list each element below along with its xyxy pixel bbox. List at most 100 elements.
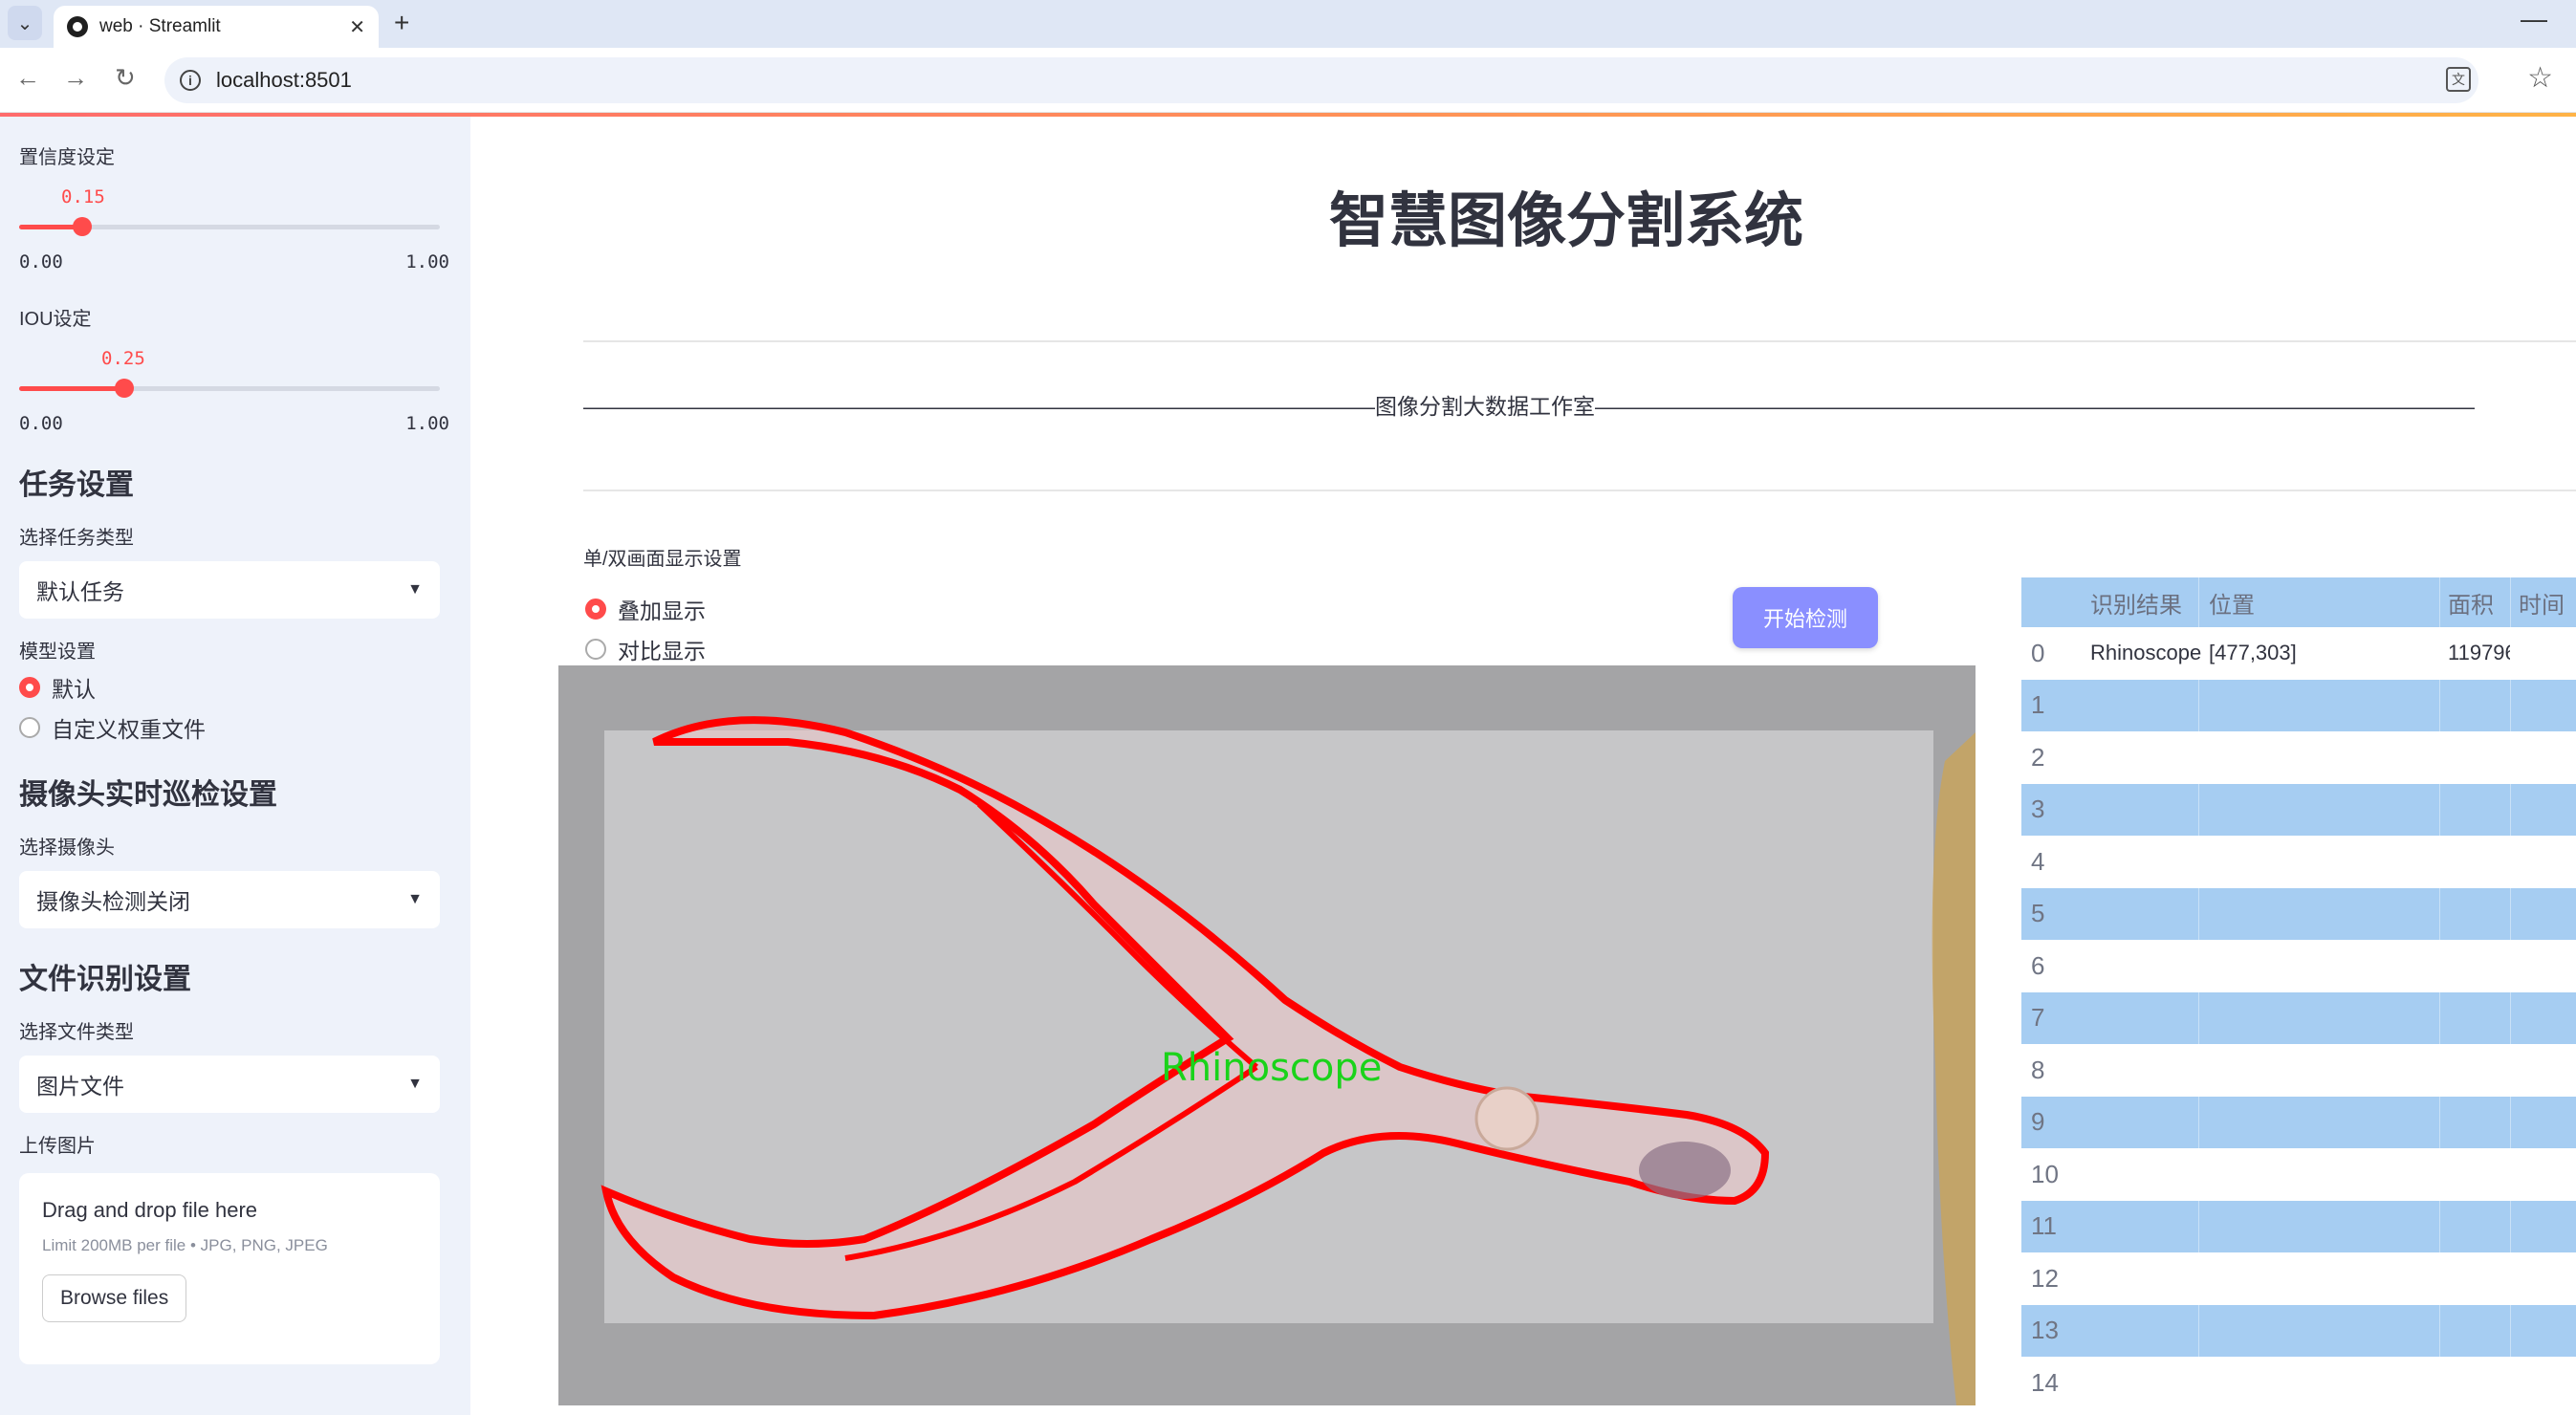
iou-slider[interactable]: 0.25 0.00 1.00 [19, 338, 451, 434]
cell-area[interactable] [2440, 1148, 2511, 1201]
row-index[interactable]: 4 [2021, 847, 2067, 877]
cell-time[interactable] [2511, 1148, 2576, 1201]
cell-position[interactable] [2199, 1252, 2440, 1305]
cell-time[interactable] [2511, 627, 2576, 680]
cell-time[interactable] [2511, 836, 2576, 888]
cell-result[interactable] [2067, 1304, 2199, 1357]
row-index[interactable]: 1 [2021, 690, 2067, 720]
new-tab-icon[interactable]: + [394, 8, 409, 38]
table-row[interactable]: 12 [2021, 1252, 2576, 1305]
row-index[interactable]: 0 [2021, 639, 2067, 668]
cell-result[interactable] [2067, 991, 2199, 1044]
model-option-default[interactable]: 默认 [19, 671, 451, 704]
cell-position[interactable] [2199, 1096, 2440, 1148]
cell-result[interactable] [2067, 679, 2199, 731]
cell-position[interactable] [2199, 1304, 2440, 1357]
cell-position[interactable] [2199, 940, 2440, 992]
row-index[interactable]: 5 [2021, 899, 2067, 928]
row-index[interactable]: 13 [2021, 1316, 2067, 1345]
cell-result[interactable] [2067, 1357, 2199, 1409]
table-row[interactable]: 3 [2021, 783, 2576, 837]
table-row[interactable]: 14 [2021, 1357, 2576, 1409]
table-row[interactable]: 11 [2021, 1200, 2576, 1253]
cell-result[interactable] [2067, 887, 2199, 940]
confidence-thumb[interactable] [73, 217, 92, 236]
cell-time[interactable] [2511, 1044, 2576, 1097]
cell-area[interactable] [2440, 836, 2511, 888]
cell-result[interactable]: Rhinoscope [2067, 627, 2201, 680]
table-row[interactable]: 9 [2021, 1096, 2576, 1149]
url-text[interactable]: localhost:8501 [216, 68, 352, 93]
column-header-result[interactable]: 识别结果 [2067, 577, 2199, 627]
results-table[interactable]: 识别结果 位置 面积 时间 0Rhinoscope[477,303]119796… [2021, 577, 2576, 1409]
cell-position[interactable] [2199, 679, 2440, 731]
table-row[interactable]: 4 [2021, 836, 2576, 888]
task-type-select[interactable]: 默认任务 ▼ [19, 561, 440, 619]
column-header-area[interactable]: 面积 [2440, 577, 2511, 627]
cell-time[interactable] [2511, 1252, 2576, 1305]
radio-selected-icon[interactable] [19, 677, 40, 698]
cell-time[interactable] [2511, 940, 2576, 992]
cell-result[interactable] [2067, 783, 2199, 836]
cell-position[interactable] [2199, 1148, 2440, 1201]
cell-position[interactable] [2199, 887, 2440, 940]
radio-selected-icon[interactable] [585, 599, 606, 620]
row-index[interactable]: 7 [2021, 1003, 2067, 1033]
cell-result[interactable] [2067, 940, 2199, 992]
table-row[interactable]: 10 [2021, 1148, 2576, 1201]
table-row[interactable]: 1 [2021, 679, 2576, 731]
table-row[interactable]: 0Rhinoscope[477,303]1197960.02 [2021, 627, 2576, 680]
row-index[interactable]: 3 [2021, 795, 2067, 824]
file-uploader-dropzone[interactable]: Drag and drop file here Limit 200MB per … [19, 1173, 440, 1364]
close-tab-icon[interactable]: ✕ [349, 15, 365, 39]
url-bar[interactable]: i localhost:8501 [164, 57, 2478, 103]
reload-icon[interactable]: ↻ [115, 63, 136, 93]
cell-time[interactable] [2511, 1357, 2576, 1409]
translate-icon[interactable]: 文 [2446, 67, 2471, 92]
browse-files-button[interactable]: Browse files [42, 1274, 187, 1322]
cell-area[interactable] [2440, 940, 2511, 992]
row-index[interactable]: 6 [2021, 951, 2067, 981]
cell-area[interactable] [2440, 1200, 2511, 1252]
cell-area[interactable] [2440, 991, 2511, 1044]
cell-area[interactable] [2440, 1252, 2511, 1305]
row-index[interactable]: 11 [2021, 1211, 2067, 1241]
cell-position[interactable] [2199, 1044, 2440, 1097]
cell-position[interactable] [2199, 731, 2440, 784]
cell-time[interactable] [2511, 888, 2576, 941]
cell-area[interactable] [2440, 679, 2511, 731]
column-header-time[interactable]: 时间 [2511, 577, 2576, 627]
cell-position[interactable] [2199, 783, 2440, 836]
radio-unselected-icon[interactable] [585, 639, 606, 660]
table-row[interactable]: 2 [2021, 731, 2576, 784]
row-index[interactable]: 12 [2021, 1264, 2067, 1294]
table-row[interactable]: 8 [2021, 1044, 2576, 1097]
cell-position[interactable] [2199, 991, 2440, 1044]
cell-time[interactable] [2511, 1305, 2576, 1358]
row-index[interactable]: 14 [2021, 1368, 2067, 1398]
cell-time[interactable] [2511, 1097, 2576, 1149]
cell-result[interactable] [2067, 1252, 2199, 1305]
cell-area[interactable] [2440, 887, 2511, 940]
confidence-slider[interactable]: 0.15 0.00 1.00 [19, 177, 451, 272]
table-row[interactable]: 7 [2021, 991, 2576, 1044]
cell-area[interactable] [2440, 1304, 2511, 1357]
cell-area[interactable]: 1197960.02 [2440, 627, 2511, 680]
cell-position[interactable]: [477,303] [2199, 627, 2440, 680]
cell-area[interactable] [2440, 783, 2511, 836]
cell-time[interactable] [2511, 1201, 2576, 1253]
back-arrow-icon[interactable]: ← [15, 63, 40, 93]
cell-time[interactable] [2511, 784, 2576, 837]
cell-result[interactable] [2067, 1148, 2199, 1201]
display-option-compare[interactable]: 对比显示 [585, 633, 706, 665]
cell-result[interactable] [2067, 1096, 2199, 1148]
column-header-position[interactable]: 位置 [2199, 577, 2440, 627]
radio-unselected-icon[interactable] [19, 717, 40, 738]
table-row[interactable]: 5 [2021, 887, 2576, 941]
bookmark-star-icon[interactable]: ☆ [2527, 61, 2553, 95]
cell-position[interactable] [2199, 836, 2440, 888]
site-info-icon[interactable]: i [180, 70, 201, 91]
forward-arrow-icon[interactable]: → [63, 63, 88, 93]
start-detection-button[interactable]: 开始检测 [1733, 587, 1878, 648]
minimize-window-icon[interactable]: — [2521, 4, 2547, 34]
